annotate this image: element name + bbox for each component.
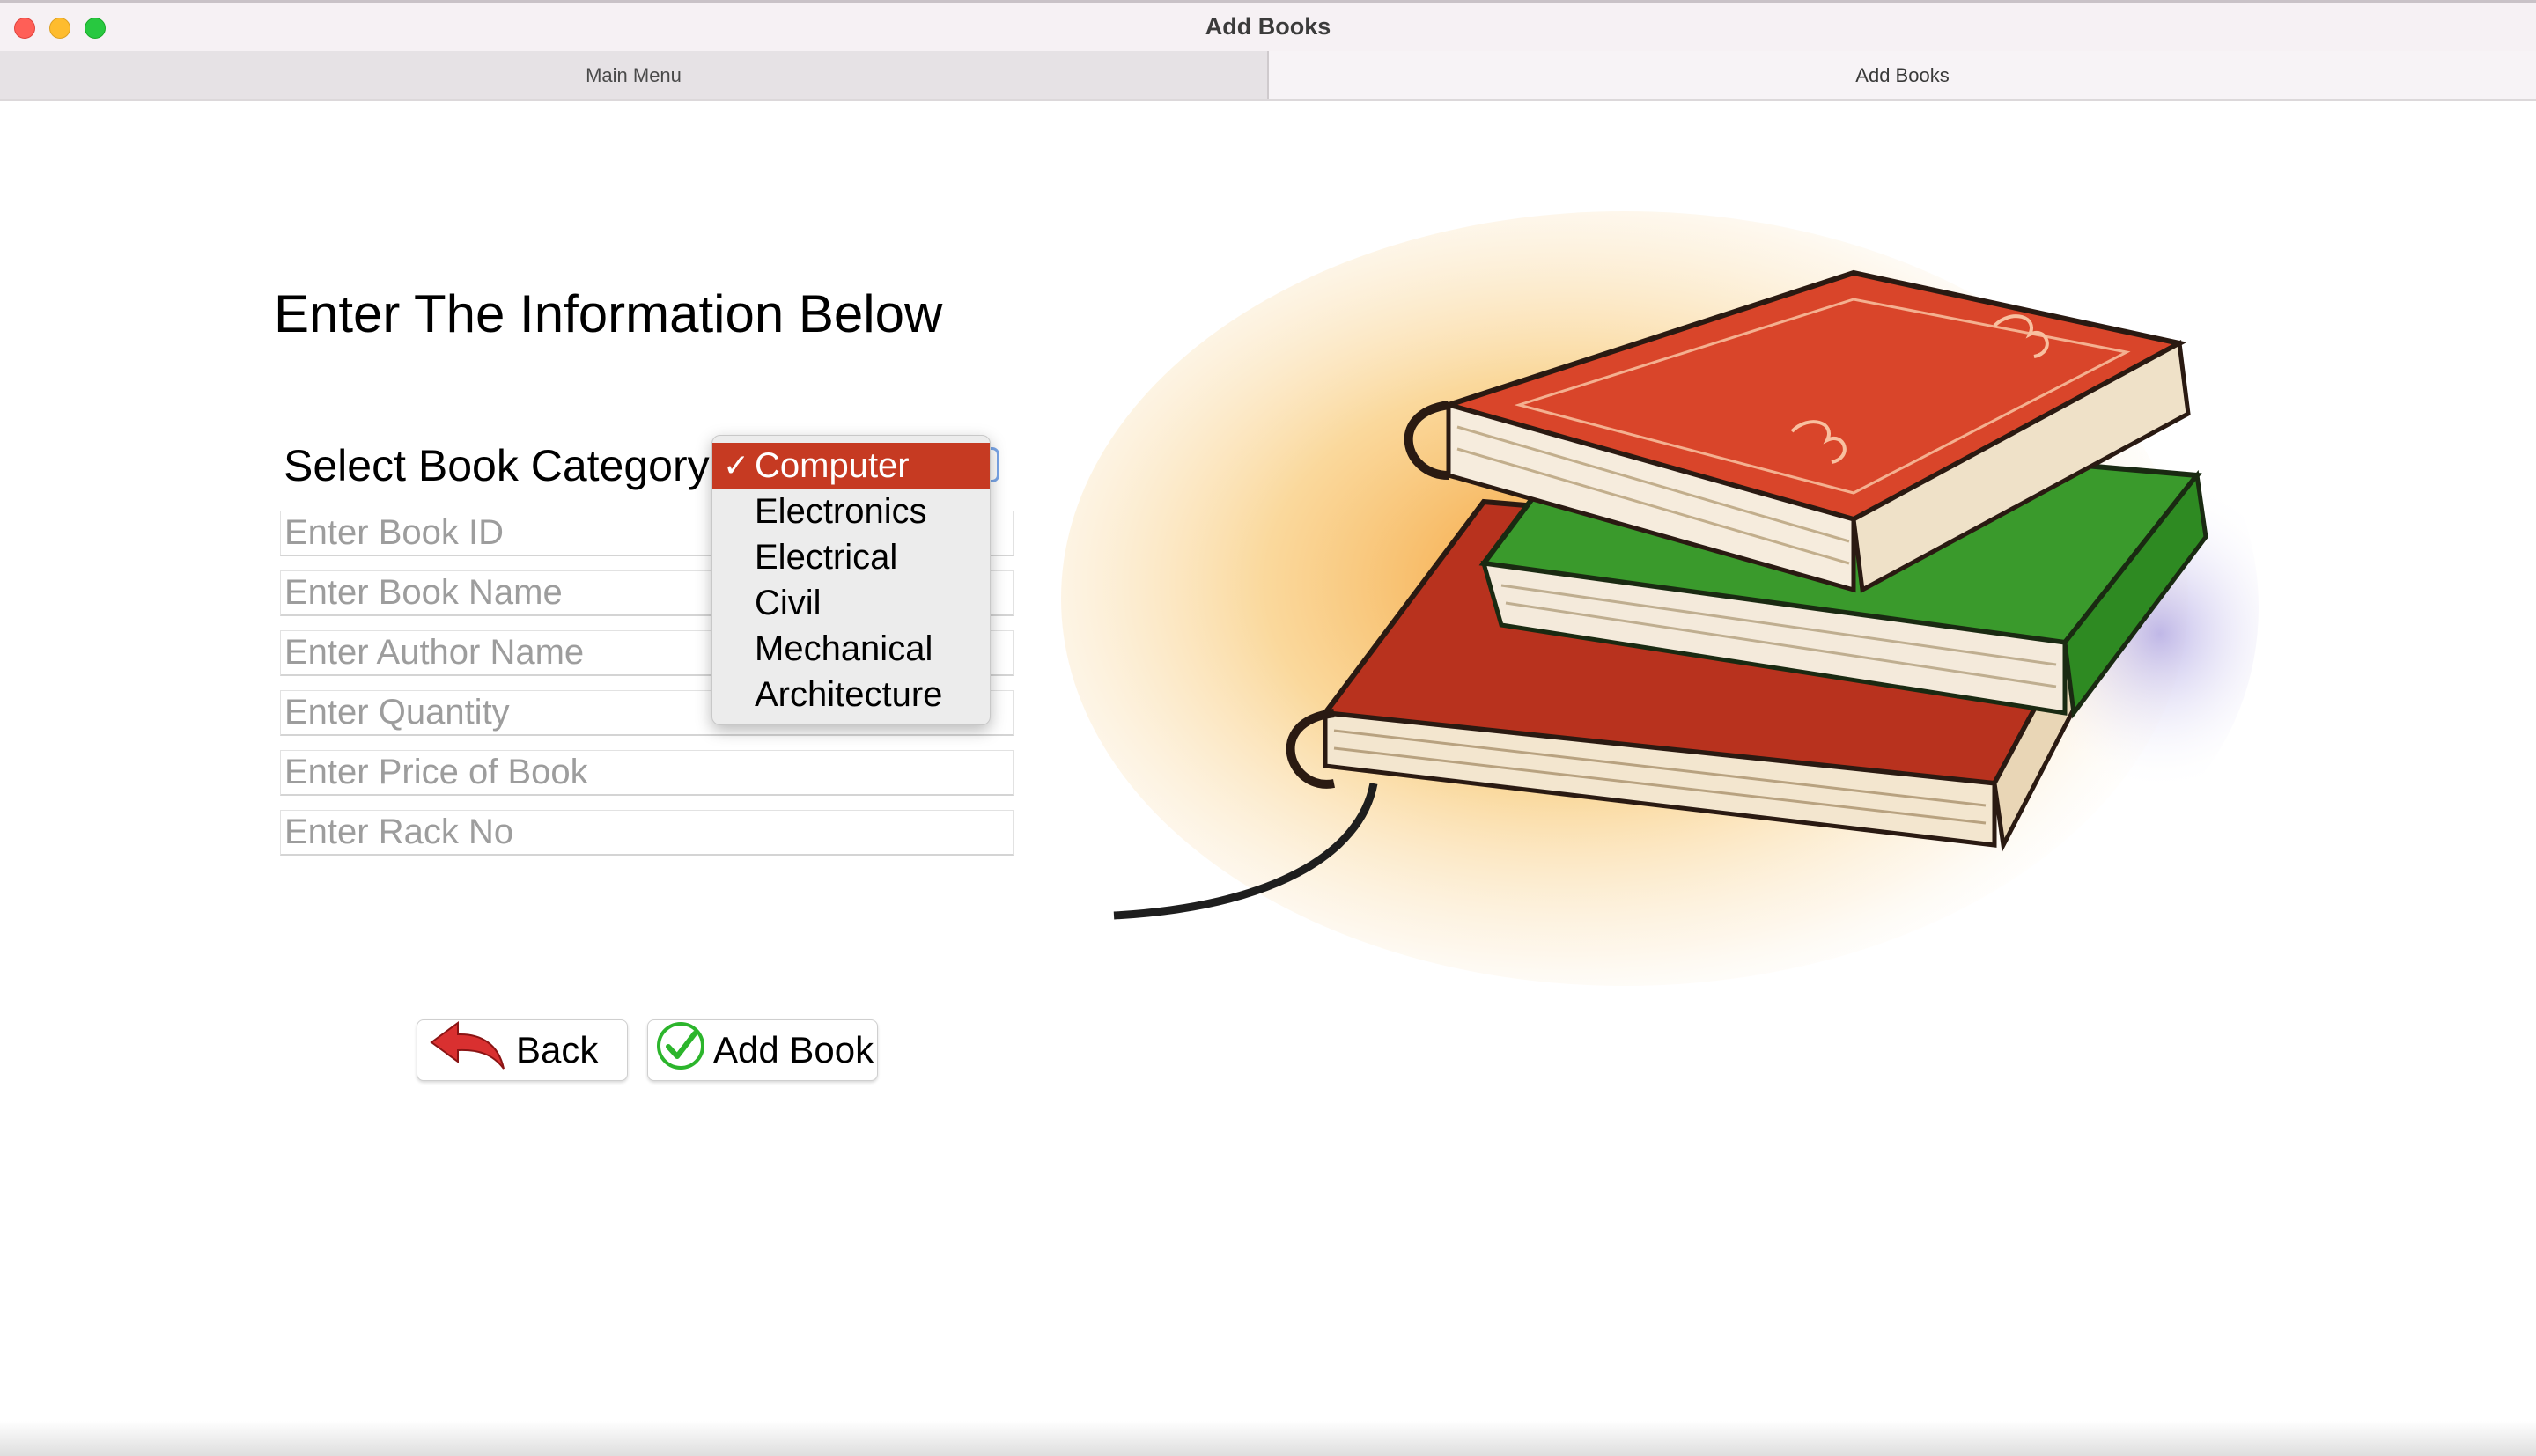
category-option-civil[interactable]: Civil xyxy=(712,580,990,626)
option-label: Civil xyxy=(755,584,822,622)
price-input[interactable] xyxy=(280,750,1014,796)
tab-main-menu[interactable]: Main Menu xyxy=(0,51,1269,99)
category-option-computer[interactable]: ✓ Computer xyxy=(712,443,990,489)
category-label: Select Book Category xyxy=(284,441,710,490)
window-bottom-edge xyxy=(0,1421,2536,1456)
add-book-button-label: Add Book xyxy=(713,1029,874,1070)
title-bar: Add Books xyxy=(0,0,2536,51)
check-circle-icon xyxy=(655,1020,706,1080)
option-label: Computer xyxy=(755,446,910,485)
form-heading: Enter The Information Below xyxy=(274,284,943,343)
tab-add-books[interactable]: Add Books xyxy=(1269,51,2536,99)
category-option-electrical[interactable]: Electrical xyxy=(712,534,990,580)
category-dropdown-menu: ✓ Computer Electronics Electrical Civil … xyxy=(711,435,991,725)
category-option-mechanical[interactable]: Mechanical xyxy=(712,626,990,672)
option-label: Architecture xyxy=(755,675,943,714)
window-title: Add Books xyxy=(1205,13,1331,40)
back-button[interactable]: Back xyxy=(417,1019,628,1081)
tab-bar: Main Menu Add Books xyxy=(0,51,2536,101)
checkmark-icon: ✓ xyxy=(723,447,750,483)
back-arrow-icon xyxy=(428,1019,507,1081)
category-option-electronics[interactable]: Electronics xyxy=(712,489,990,534)
rack-no-input[interactable] xyxy=(280,810,1014,856)
option-label: Mechanical xyxy=(755,629,933,668)
add-book-button[interactable]: Add Book xyxy=(647,1019,878,1081)
back-button-label: Back xyxy=(516,1029,599,1070)
option-label: Electrical xyxy=(755,538,898,577)
category-option-architecture[interactable]: Architecture xyxy=(712,672,990,717)
book-stack-illustration xyxy=(1061,185,2259,1030)
option-label: Electronics xyxy=(755,492,927,531)
